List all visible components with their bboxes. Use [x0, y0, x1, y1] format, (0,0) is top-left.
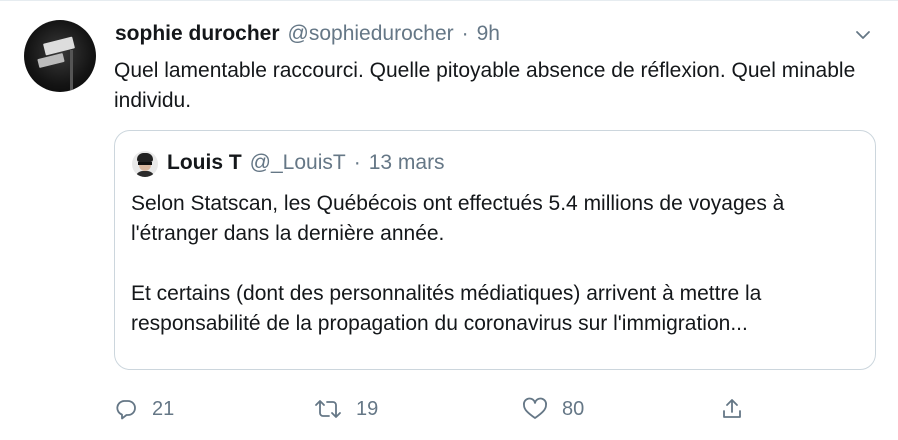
quoted-tweet[interactable]: Louis T @_LouisT · 13 mars Selon Statsca…	[114, 130, 876, 370]
quoted-avatar-glasses	[138, 162, 152, 165]
share-button[interactable]	[720, 392, 744, 426]
quoted-author-handle: @_LouisT	[249, 151, 346, 174]
share-icon	[720, 397, 744, 421]
heart-icon	[522, 397, 548, 421]
tweet-timestamp[interactable]: 9h	[477, 22, 500, 46]
quoted-author-avatar	[132, 151, 158, 177]
avatar-sign-pole	[70, 50, 73, 92]
reply-button[interactable]: 21	[114, 392, 174, 426]
header-separator: ·	[461, 22, 469, 45]
tweet-header: sophie durocher @sophiedurocher · 9h	[115, 22, 500, 46]
author-avatar[interactable]	[24, 20, 96, 92]
quoted-tweet-text: Selon Statscan, les Québécois ont effect…	[131, 189, 851, 339]
chevron-down-icon[interactable]	[852, 24, 874, 46]
quoted-tweet-header: Louis T @_LouisT · 13 mars	[167, 151, 445, 175]
quoted-paragraph: Et certains (dont des personnalités médi…	[131, 282, 762, 335]
quoted-avatar-shirt	[135, 171, 155, 177]
author-handle[interactable]: @sophiedurocher	[288, 22, 454, 46]
quoted-author-display-name: Louis T	[167, 151, 242, 174]
top-divider	[0, 0, 898, 1]
avatar-street-sign-lower	[37, 52, 65, 69]
reply-icon	[114, 397, 138, 421]
retweet-icon	[314, 397, 342, 421]
quoted-header-separator: ·	[353, 151, 361, 174]
like-count: 80	[562, 397, 585, 420]
retweet-button[interactable]: 19	[314, 392, 378, 426]
quoted-tweet-date: 13 mars	[368, 151, 445, 174]
quoted-paragraph: Selon Statscan, les Québécois ont effect…	[131, 192, 785, 245]
reply-count: 21	[152, 397, 175, 420]
author-display-name[interactable]: sophie durocher	[115, 22, 280, 46]
tweet-actions: 21 19 80	[114, 392, 764, 426]
tweet-card[interactable]: sophie durocher @sophiedurocher · 9h Que…	[0, 0, 898, 440]
retweet-count: 19	[356, 397, 379, 420]
tweet-text: Quel lamentable raccourci. Quelle pitoya…	[114, 59, 856, 112]
like-button[interactable]: 80	[522, 392, 584, 426]
quoted-avatar-hair	[137, 153, 153, 162]
